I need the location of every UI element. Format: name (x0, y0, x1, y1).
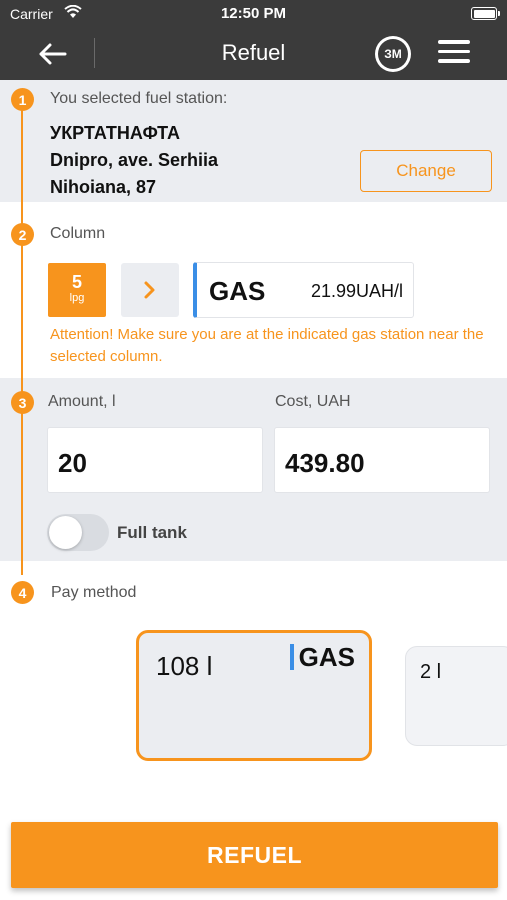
avatar-initials: ЗМ (378, 39, 408, 69)
toggle-knob (49, 516, 82, 549)
battery-icon (471, 7, 500, 20)
pay-card-amount: 2 l (420, 661, 442, 683)
station-address-line2: Nihoiana, 87 (50, 177, 157, 197)
station-address-line1: Dnipro, ave. Serhiia (50, 150, 219, 170)
avatar[interactable]: ЗМ (375, 36, 411, 72)
hamburger-icon (438, 40, 470, 44)
station-label: You selected fuel station: (50, 90, 228, 107)
full-tank-toggle[interactable] (47, 514, 109, 551)
cost-label: Cost, UAH (275, 393, 351, 410)
page-title: Refuel (221, 40, 286, 65)
column-fuel-type: lpg (69, 292, 85, 304)
amount-input[interactable]: 20 (47, 427, 263, 493)
column-number: 5 (71, 272, 82, 292)
fuel-price: 21.99UAH/l (310, 281, 403, 301)
pay-card[interactable]: 2 l (405, 646, 507, 746)
cost-input[interactable]: 439.80 (274, 427, 490, 493)
step-timeline (21, 100, 23, 575)
column-label: Column (50, 225, 106, 242)
step-badge-4: 4 (11, 581, 34, 604)
column-selector[interactable]: 5 lpg (48, 263, 106, 317)
step-badge-2: 2 (11, 223, 34, 246)
pay-card-amount: 108 l (156, 651, 213, 681)
attention-notice: Attention! Make sure you are at the indi… (50, 326, 484, 365)
step-badge-3: 3 (11, 391, 34, 414)
pay-card-selected[interactable]: 108 l GAS (136, 630, 372, 761)
station-name-line1: УКРТАТНАФТА (50, 123, 180, 143)
pay-card-brand: GAS (289, 644, 355, 670)
chevron-right-icon (144, 281, 155, 299)
top-bar: Refuel ЗМ (0, 28, 507, 80)
change-station-button[interactable]: Change (360, 150, 492, 192)
fuel-card[interactable]: GAS 21.99UAH/l (193, 262, 414, 318)
next-column-button[interactable] (121, 263, 179, 317)
amount-label: Amount, l (48, 393, 116, 410)
fuel-name: GAS (209, 276, 266, 306)
refuel-button[interactable]: REFUEL (11, 822, 498, 888)
clock: 12:50 PM (220, 5, 287, 22)
full-tank-label: Full tank (117, 523, 187, 542)
step-badge-1: 1 (11, 88, 34, 111)
status-bar: Carrier 12:50 PM (0, 0, 507, 28)
station-name: УКРТАТНАФТА Dnipro, ave. Serhiia Nihoian… (50, 120, 218, 201)
menu-button[interactable] (438, 40, 472, 68)
pay-method-label: Pay method (51, 584, 137, 601)
